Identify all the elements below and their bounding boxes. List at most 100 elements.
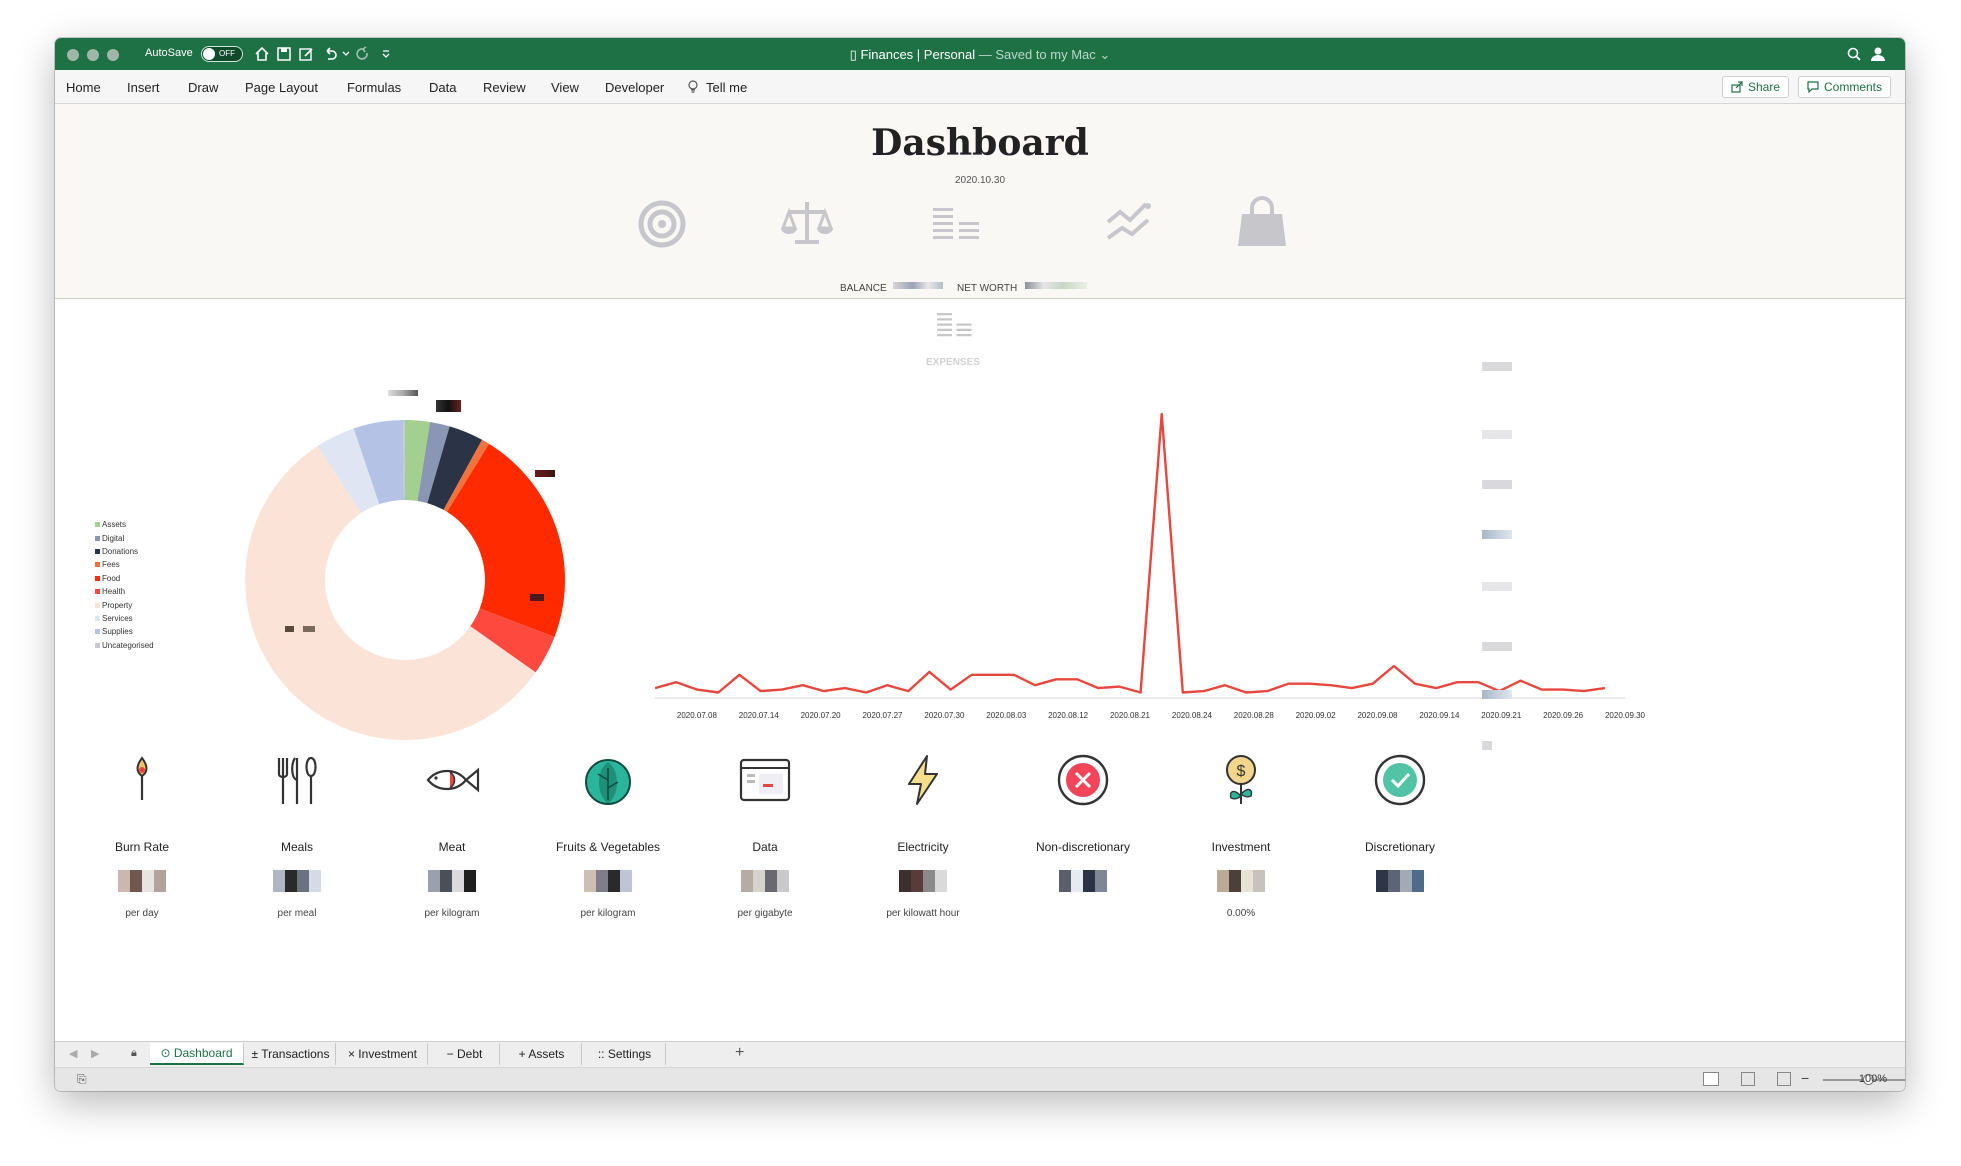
redaction-block [765, 870, 777, 892]
legend-item: Fees [95, 558, 154, 571]
kpi-tile[interactable]: Discretionary [1325, 750, 1475, 892]
expenses-list-icon[interactable] [931, 304, 979, 352]
legend-item: Donations [95, 545, 154, 558]
sheet-tab[interactable]: + Assets [502, 1043, 582, 1065]
kpi-tile[interactable]: Meat per kilogram [377, 750, 527, 919]
page-layout-view-icon[interactable] [1741, 1072, 1755, 1086]
legend-item: Food [95, 572, 154, 585]
sheet-tab[interactable]: − Debt [430, 1043, 500, 1065]
document-title: ▯ Finances | Personal — Saved to my Mac … [55, 47, 1905, 63]
target-icon[interactable] [630, 192, 694, 256]
x-tick-label: 2020.08.03 [986, 711, 1027, 720]
legend-label: Food [102, 573, 121, 583]
sheet-tab[interactable]: ± Transactions [246, 1043, 336, 1065]
account-icon[interactable] [1869, 45, 1887, 63]
sheet-tab[interactable]: × Investment [338, 1043, 428, 1065]
donut-label-redacted [530, 594, 544, 601]
document-name: Finances | Personal [860, 47, 976, 62]
kpi-value-redacted [118, 870, 166, 892]
kpi-tile[interactable]: Fruits & Vegetables per kilogram [533, 750, 683, 919]
kpi-value-redacted [428, 870, 476, 892]
axis-label-redacted [1482, 480, 1512, 489]
match-icon [136, 756, 148, 800]
comments-button[interactable]: Comments [1798, 76, 1892, 98]
kpi-unit: per kilowatt hour [886, 908, 960, 919]
previous-sheet-icon[interactable]: ◀ [69, 1047, 77, 1060]
redaction-block [620, 870, 632, 892]
ledger-list-icon[interactable] [925, 192, 989, 256]
green-check-circle-icon [1374, 754, 1426, 806]
shopping-bag-icon[interactable] [1230, 192, 1294, 256]
kpi-tile[interactable]: Burn Rate per day [67, 750, 217, 919]
legend-label: Donations [102, 546, 139, 556]
tell-me-search[interactable]: Tell me [706, 80, 747, 95]
legend-swatch [95, 522, 100, 528]
menu-data[interactable]: Data [429, 80, 456, 95]
redaction-block [130, 870, 142, 892]
menu-page-layout[interactable]: Page Layout [245, 80, 318, 95]
kpi-label: Non-discretionary [1035, 840, 1131, 854]
share-button[interactable]: Share [1722, 76, 1790, 98]
menu-draw[interactable]: Draw [188, 80, 218, 95]
save-status-chevron-icon[interactable]: ⌄ [1099, 47, 1110, 62]
page-title: Dashboard [871, 122, 1089, 164]
kpi-tile[interactable]: Data per gigabyte [690, 750, 840, 919]
redaction-block [608, 870, 620, 892]
redaction-block [142, 870, 154, 892]
zoom-level[interactable]: 100% [1859, 1073, 1887, 1085]
menu-developer[interactable]: Developer [605, 80, 664, 95]
add-sheet-button[interactable]: + [735, 1044, 744, 1062]
axis-label-redacted [1482, 582, 1512, 591]
x-tick-label: 2020.09.26 [1543, 711, 1584, 720]
x-tick-label: 2020.08.24 [1172, 711, 1213, 720]
kpi-unit: per gigabyte [737, 908, 793, 919]
worksheet: Dashboard 2020.10.30 BALANCE NET WORTH E… [55, 104, 1905, 1041]
share-label: Share [1748, 80, 1781, 94]
balance-value-redacted [893, 282, 943, 289]
lightbulb-icon[interactable] [687, 80, 699, 97]
save-status: — Saved to my Mac [978, 47, 1096, 62]
page-break-view-icon[interactable] [1777, 1072, 1791, 1086]
next-sheet-icon[interactable]: ▶ [91, 1047, 99, 1060]
trend-chart-icon[interactable] [1098, 192, 1162, 256]
menu-insert[interactable]: Insert [127, 80, 160, 95]
legend-swatch [95, 548, 100, 554]
zoom-out-button[interactable]: − [1801, 1070, 1809, 1086]
menu-home[interactable]: Home [66, 80, 101, 95]
donut-label-redacted [388, 390, 418, 396]
kpi-tile[interactable]: Electricity per kilowatt hour [848, 750, 998, 919]
document-icon: ▯ [849, 47, 861, 62]
ribbon-tabs: Home Insert Draw Page Layout Formulas Da… [55, 70, 1905, 104]
comments-label: Comments [1824, 80, 1883, 94]
search-icon[interactable] [1845, 45, 1863, 63]
kpi-tile[interactable]: Meals per meal [222, 750, 372, 919]
sheet-tab[interactable]: ⊙ Dashboard [150, 1043, 244, 1065]
redaction-block [1400, 870, 1412, 892]
legend-swatch [95, 615, 100, 621]
normal-view-icon[interactable] [1703, 1072, 1719, 1086]
browser-window-icon [739, 758, 791, 802]
menu-formulas[interactable]: Formulas [347, 80, 401, 95]
svg-text:$: $ [1237, 763, 1246, 780]
x-tick-label: 2020.08.28 [1234, 711, 1275, 720]
balance-scale-icon[interactable] [775, 192, 839, 256]
kpi-tile[interactable]: Non-discretionary [1008, 750, 1158, 892]
redaction-block [1376, 870, 1388, 892]
menu-view[interactable]: View [551, 80, 579, 95]
x-tick-label: 2020.08.12 [1048, 711, 1089, 720]
cutlery-icon [277, 756, 317, 804]
redaction-block [1253, 870, 1265, 892]
redaction-block [1388, 870, 1400, 892]
kpi-unit: per kilogram [424, 908, 480, 919]
menu-review[interactable]: Review [483, 80, 526, 95]
x-tick-label: 2020.07.01 [655, 711, 656, 720]
redaction-block [923, 870, 935, 892]
dashboard-header: Dashboard 2020.10.30 BALANCE NET WORTH [55, 104, 1905, 299]
legend-swatch [95, 562, 100, 568]
axis-label-redacted [1482, 642, 1512, 651]
cabbage-icon [585, 759, 631, 805]
kpi-value-redacted [1376, 870, 1424, 892]
kpi-tile[interactable]: $ Investment 0.00% [1166, 750, 1316, 919]
sheet-tab[interactable]: :: Settings [584, 1043, 666, 1065]
macro-record-icon[interactable]: ⎘ [77, 1072, 87, 1087]
